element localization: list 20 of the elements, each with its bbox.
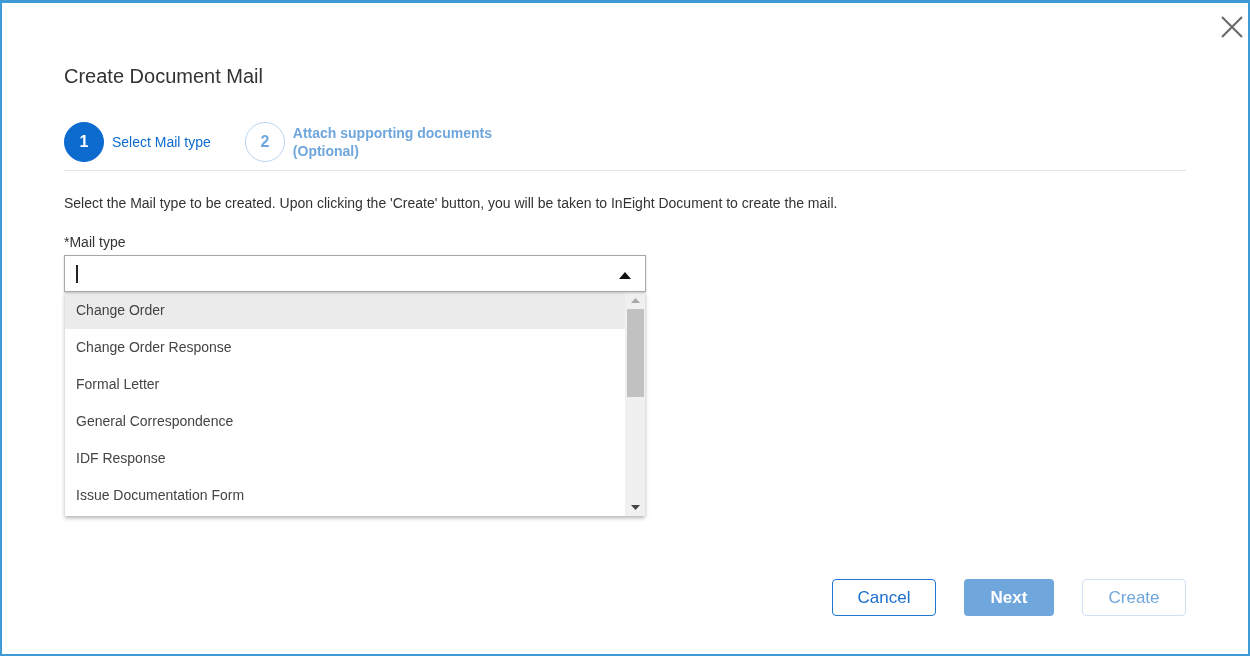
field-label: *Mail type: [64, 234, 127, 250]
mail-type-dropdown[interactable]: [64, 255, 646, 292]
dropdown-option[interactable]: Change Order: [65, 292, 625, 329]
caret-icon: [619, 272, 631, 279]
scroll-up-icon[interactable]: [630, 298, 640, 303]
dialog-title: Create Document Mail: [64, 65, 264, 88]
step-sublabel: (Optional): [292, 142, 360, 160]
dropdown-option[interactable]: Formal Letter: [65, 366, 625, 403]
step-label: Select Mail type: [112, 133, 211, 151]
step-label: Attach supporting documents: [292, 124, 492, 142]
instruction-text: Select the Mail type to be created. Upon clicking the 'Create' button, you will be taken to InEight Document to create the mail.: [64, 195, 839, 211]
close-icon[interactable]: [1220, 15, 1244, 39]
dialog-button[interactable]: Cancel: [832, 579, 936, 616]
dropdown-option[interactable]: Change Order Response: [65, 329, 625, 366]
step-number: 1: [64, 122, 104, 162]
dropdown-option[interactable]: General Correspondence: [65, 403, 625, 440]
scroll-down-icon[interactable]: [630, 505, 640, 510]
dropdown-option[interactable]: IDF Response: [65, 440, 625, 477]
dropdown-option[interactable]: Issue Documentation Form: [65, 477, 625, 514]
scrollbar[interactable]: [625, 292, 645, 516]
